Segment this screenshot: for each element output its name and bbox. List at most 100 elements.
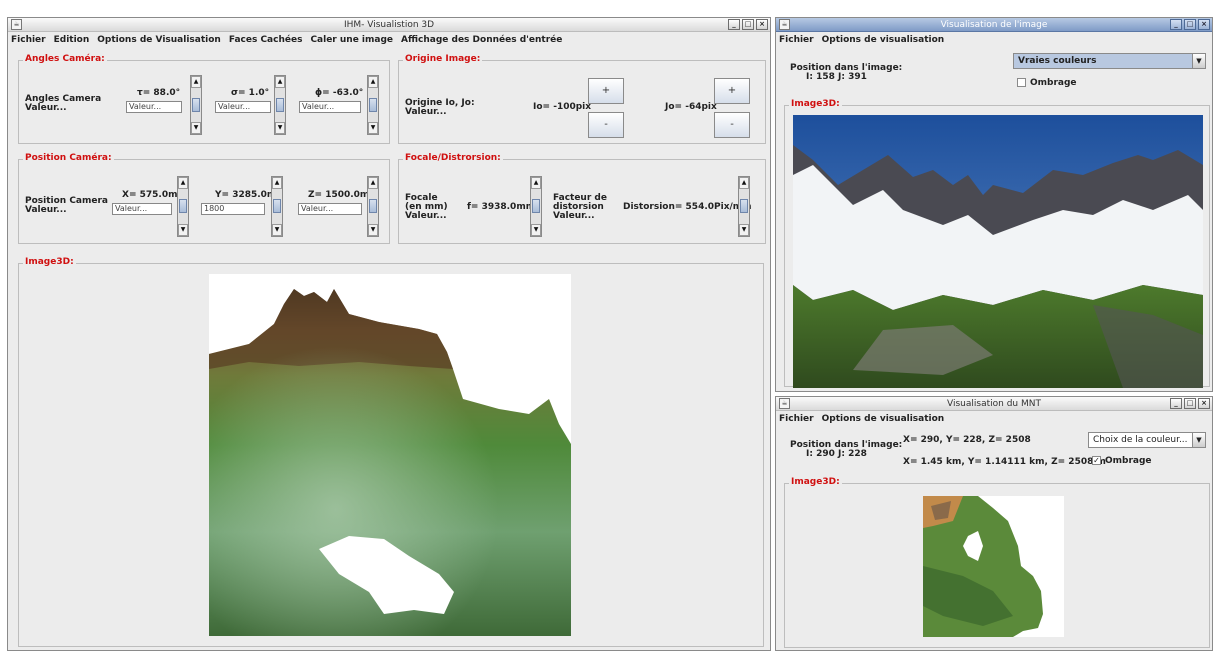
f-readout: f= 3938.0mm <box>467 202 536 212</box>
position-value: I: 158 J: 391 <box>806 72 867 82</box>
io-minus-button[interactable]: - <box>588 112 624 138</box>
main-title-bar[interactable]: ☕ IHM- Visualistion 3D _ □ × <box>8 18 770 32</box>
image-image3d-title: Image3D: <box>789 99 842 109</box>
scroll-up-arrow-icon[interactable]: ▲ <box>178 177 188 189</box>
xyz-readout: X= 290, Y= 228, Z= 2508 <box>903 435 1031 445</box>
origine-image-group: Origine Image: Origine Io, Jo: Valeur...… <box>398 54 766 144</box>
menu-fichier[interactable]: Fichier <box>11 35 46 45</box>
z-readout: Z= 1500.0m <box>308 190 370 200</box>
minimize-button[interactable]: _ <box>1170 19 1182 30</box>
scroll-thumb[interactable] <box>740 199 748 213</box>
scroll-down-arrow-icon[interactable]: ▼ <box>739 224 749 236</box>
scroll-thumb[interactable] <box>532 199 540 213</box>
menu-options-visualisation[interactable]: Options de visualisation <box>822 414 945 424</box>
mnt-render[interactable] <box>923 496 1064 637</box>
angles-value-label: Valeur... <box>25 103 67 113</box>
distorsion-readout: Distorsion= 554.0Pix/mm <box>623 202 752 212</box>
scroll-thumb[interactable] <box>369 199 377 213</box>
scroll-down-arrow-icon[interactable]: ▼ <box>272 224 282 236</box>
menu-affichage-donnees[interactable]: Affichage des Données d'entrée <box>401 35 562 45</box>
maximize-button[interactable]: □ <box>742 19 754 30</box>
mountain-photo-graphic <box>793 115 1203 388</box>
distorsion-scrollbar[interactable]: ▲ ▼ <box>738 176 750 237</box>
z-input[interactable]: Valeur... <box>298 203 362 215</box>
maximize-button[interactable]: □ <box>1184 398 1196 409</box>
main-window: ☕ IHM- Visualistion 3D _ □ × Fichier Edi… <box>7 17 771 651</box>
java-app-icon: ☕ <box>779 398 790 409</box>
menu-edition[interactable]: Edition <box>54 35 90 45</box>
mnt-image3d-title: Image3D: <box>789 477 842 487</box>
phi-input[interactable]: Valeur... <box>299 101 361 113</box>
terrain-3d-graphic <box>209 274 571 636</box>
position-value-label: Valeur... <box>25 205 67 215</box>
scroll-up-arrow-icon[interactable]: ▲ <box>368 177 378 189</box>
scroll-up-arrow-icon[interactable]: ▲ <box>368 76 378 88</box>
sigma-readout: σ= 1.0° <box>231 88 270 98</box>
tau-scrollbar[interactable]: ▲ ▼ <box>190 75 202 135</box>
minimize-button[interactable]: _ <box>728 19 740 30</box>
scroll-thumb[interactable] <box>179 199 187 213</box>
minimize-button[interactable]: _ <box>1170 398 1182 409</box>
scroll-down-arrow-icon[interactable]: ▼ <box>178 224 188 236</box>
color-select[interactable]: Vraies couleurs ▼ <box>1013 53 1206 69</box>
focale-scrollbar[interactable]: ▲ ▼ <box>530 176 542 237</box>
chevron-down-icon[interactable]: ▼ <box>1192 433 1205 447</box>
scroll-down-arrow-icon[interactable]: ▼ <box>368 224 378 236</box>
scroll-up-arrow-icon[interactable]: ▲ <box>275 76 285 88</box>
scroll-down-arrow-icon[interactable]: ▼ <box>191 122 201 134</box>
ombrage-label: Ombrage <box>1030 78 1077 88</box>
scroll-up-arrow-icon[interactable]: ▲ <box>191 76 201 88</box>
mnt-render-graphic <box>923 496 1043 637</box>
scroll-thumb[interactable] <box>192 98 200 112</box>
menu-faces-cachees[interactable]: Faces Cachées <box>229 35 303 45</box>
sigma-scrollbar[interactable]: ▲ ▼ <box>274 75 286 135</box>
ombrage-checkbox[interactable] <box>1017 78 1026 87</box>
scroll-thumb[interactable] <box>276 98 284 112</box>
scroll-thumb[interactable] <box>273 199 281 213</box>
y-input[interactable]: 1800 <box>201 203 265 215</box>
io-plus-button[interactable]: + <box>588 78 624 104</box>
io-readout: Io= -100pix <box>533 102 592 112</box>
close-button[interactable]: × <box>756 19 768 30</box>
jo-plus-button[interactable]: + <box>714 78 750 104</box>
menu-fichier[interactable]: Fichier <box>779 35 814 45</box>
menu-options-visualisation[interactable]: Options de visualisation <box>822 35 945 45</box>
mnt-title-bar[interactable]: ☕ Visualisation du MNT _ □ × <box>776 397 1212 411</box>
mountain-photo[interactable] <box>793 115 1203 388</box>
focale-distorsion-group: Focale/Distrorsion: Focale (en mm) Valeu… <box>398 153 766 244</box>
image-title-bar[interactable]: ☕ Visualisation de l'image _ □ × <box>776 18 1212 32</box>
menu-fichier[interactable]: Fichier <box>779 414 814 424</box>
scroll-up-arrow-icon[interactable]: ▲ <box>272 177 282 189</box>
scroll-down-arrow-icon[interactable]: ▼ <box>368 122 378 134</box>
scroll-thumb[interactable] <box>369 98 377 112</box>
scroll-down-arrow-icon[interactable]: ▼ <box>275 122 285 134</box>
scroll-down-arrow-icon[interactable]: ▼ <box>531 224 541 236</box>
menu-caler-image[interactable]: Caler une image <box>310 35 393 45</box>
y-scrollbar[interactable]: ▲ ▼ <box>271 176 283 237</box>
position-value: I: 290 J: 228 <box>806 449 867 459</box>
java-app-icon: ☕ <box>11 19 22 30</box>
close-button[interactable]: × <box>1198 19 1210 30</box>
scroll-up-arrow-icon[interactable]: ▲ <box>739 177 749 189</box>
close-button[interactable]: × <box>1198 398 1210 409</box>
x-input[interactable]: Valeur... <box>112 203 172 215</box>
z-scrollbar[interactable]: ▲ ▼ <box>367 176 379 237</box>
focale-value-label: Valeur... <box>405 211 447 221</box>
mnt-window-title: Visualisation du MNT <box>947 398 1041 409</box>
chevron-down-icon[interactable]: ▼ <box>1192 54 1205 68</box>
x-scrollbar[interactable]: ▲ ▼ <box>177 176 189 237</box>
jo-minus-button[interactable]: - <box>714 112 750 138</box>
tau-input[interactable]: Valeur... <box>126 101 182 113</box>
main-image3d-panel: Image3D: <box>18 257 764 647</box>
position-camera-group: Position Caméra: Position Camera Valeur.… <box>18 153 390 244</box>
scroll-up-arrow-icon[interactable]: ▲ <box>531 177 541 189</box>
ombrage-checkbox[interactable]: ✓ <box>1092 456 1101 465</box>
color-choice-select[interactable]: Choix de la couleur... ▼ <box>1088 432 1206 448</box>
sigma-input[interactable]: Valeur... <box>215 101 271 113</box>
phi-scrollbar[interactable]: ▲ ▼ <box>367 75 379 135</box>
km-readout: X= 1.45 km, Y= 1.14111 km, Z= 2508 m <box>903 457 1106 467</box>
maximize-button[interactable]: □ <box>1184 19 1196 30</box>
terrain-3d-render[interactable] <box>209 274 571 636</box>
image-image3d-panel: Image3D: <box>784 99 1210 388</box>
menu-options-visualisation[interactable]: Options de Visualisation <box>97 35 221 45</box>
